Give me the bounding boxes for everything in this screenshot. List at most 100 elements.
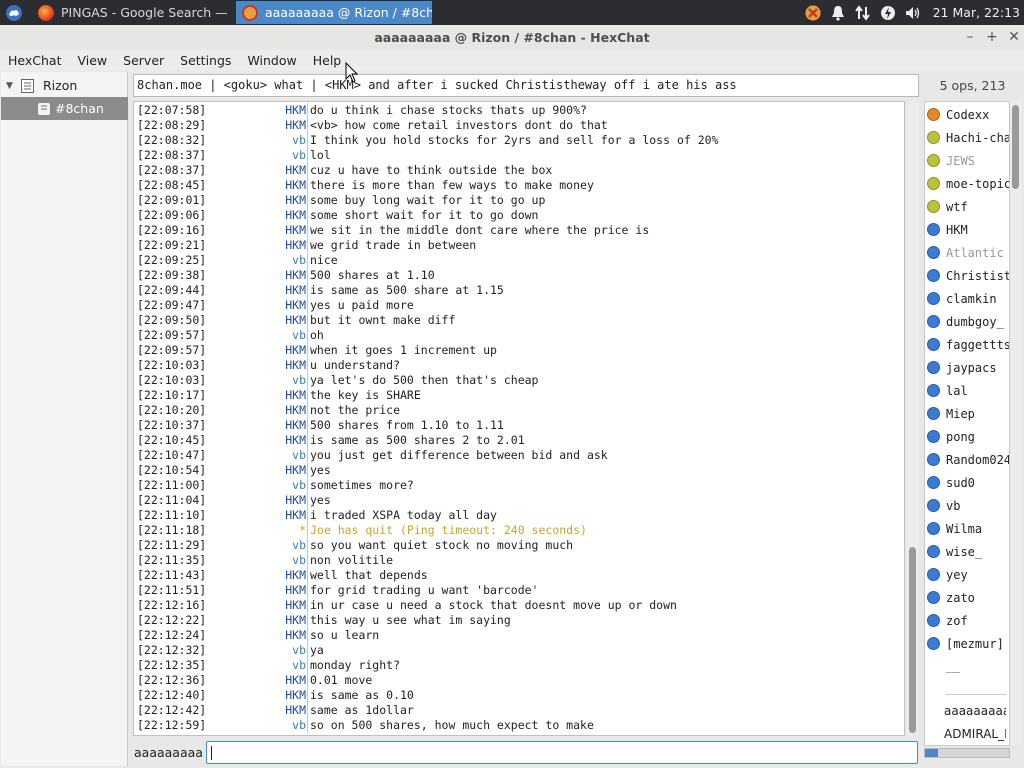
user-list-item[interactable]: wtf [925,195,1009,218]
nick-label[interactable]: vb [292,148,306,163]
nick-label[interactable]: * [299,523,306,538]
nick-label[interactable]: HKM [285,508,306,523]
whisker-menu-icon[interactable] [4,3,24,22]
notification-bell-icon[interactable] [829,4,847,22]
user-list-item[interactable]: pong [925,425,1009,448]
nick-button[interactable]: aaaaaaaaa [134,742,204,763]
nick-label[interactable]: HKM [285,298,306,313]
nick-label[interactable]: HKM [285,193,306,208]
chat-scrollbar-thumb[interactable] [909,547,916,733]
user-list-item[interactable]: Codexx [925,103,1009,126]
user-list-item[interactable]: JEWS [925,149,1009,172]
nick-label[interactable]: vb [292,133,306,148]
nick-label[interactable]: HKM [285,283,306,298]
user-list-extra-item[interactable]: ADMIRAL_H [944,727,1006,750]
user-list-item[interactable]: yey [925,563,1009,586]
nick-label[interactable]: vb [292,718,306,733]
nick-label[interactable]: HKM [285,628,306,643]
nick-label[interactable]: HKM [285,568,306,583]
nick-label[interactable]: HKM [285,268,306,283]
nick-label[interactable]: HKM [285,178,306,193]
nick-label[interactable]: HKM [285,703,306,718]
user-list-item[interactable]: Christist [925,264,1009,287]
nick-label[interactable]: HKM [285,163,306,178]
volume-icon[interactable] [904,4,922,22]
minimize-button[interactable]: – [960,25,980,50]
user-list-item[interactable]: Hachi-cha [925,126,1009,149]
menu-settings[interactable]: Settings [174,53,237,68]
taskbar-item-firefox[interactable]: PINGAS - Google Search — ... [32,1,232,24]
nick-label[interactable]: HKM [285,343,306,358]
clock[interactable]: 21 Mar, 22:13 [933,5,1020,20]
user-list-item[interactable]: clamkin [925,287,1009,310]
nick-label[interactable]: HKM [285,433,306,448]
nick-label[interactable]: vb [292,478,306,493]
nick-label[interactable]: HKM [285,688,306,703]
nick-label[interactable]: HKM [285,238,306,253]
user-list-item[interactable]: lal [925,379,1009,402]
nick-label[interactable]: HKM [285,313,306,328]
nick-label[interactable]: HKM [285,403,306,418]
user-list-extra-item[interactable]: aaaaaaaaa [944,704,1006,727]
message-input[interactable] [206,741,918,764]
nick-label[interactable]: HKM [285,208,306,223]
user-list-item[interactable]: zof [925,609,1009,632]
tree-item-channel[interactable]: #8chan [1,97,128,120]
nick-label[interactable]: HKM [285,118,306,133]
nick-label[interactable]: HKM [285,493,306,508]
nick-label[interactable]: vb [292,643,306,658]
hexchat-tray-icon[interactable] [804,4,822,22]
chat-buffer[interactable]: [22:07:58] HKM do u think i chase stocks t… [133,101,905,736]
menu-server[interactable]: Server [117,53,170,68]
nick-label[interactable]: HKM [285,583,306,598]
nick-label[interactable]: vb [292,553,306,568]
nick-label[interactable]: vb [292,373,306,388]
user-list-item[interactable]: HKM [925,218,1009,241]
user-list-item[interactable]: Atlantic [925,241,1009,264]
expand-arrow-icon[interactable]: ▼ [6,81,14,90]
close-button[interactable]: ✕ [1004,25,1024,50]
user-list-item[interactable]: Miep [925,402,1009,425]
user-list-item[interactable]: Wilma [925,517,1009,540]
nick-label[interactable]: vb [292,253,306,268]
power-icon[interactable] [879,4,897,22]
nick-label[interactable]: HKM [285,358,306,373]
user-list-item[interactable]: sud0 [925,471,1009,494]
user-list-item[interactable]: wise_ [925,540,1009,563]
maximize-button[interactable]: + [982,25,1002,50]
window-titlebar[interactable]: aaaaaaaaa @ Rizon / #8chan - HexChat – +… [0,25,1024,50]
nick-label[interactable]: HKM [285,598,306,613]
user-list-item[interactable]: moe-topic [925,172,1009,195]
user-list-item[interactable]: vb [925,494,1009,517]
user-list-item[interactable]: zato [925,586,1009,609]
user-list-item[interactable]: dumbgoy_ [925,310,1009,333]
taskbar-item-hexchat[interactable]: aaaaaaaaa @ Rizon / #8cha... [236,1,432,24]
menu-window[interactable]: Window [241,53,302,68]
nick-label[interactable]: HKM [285,673,306,688]
menu-hexchat[interactable]: HexChat [2,53,67,68]
nick-label[interactable]: vb [292,448,306,463]
nick-label[interactable]: HKM [285,388,306,403]
nick-label[interactable]: HKM [285,223,306,238]
user-list-item[interactable]: faggettts [925,333,1009,356]
nick-label[interactable]: HKM [285,103,306,118]
menu-view[interactable]: View [71,53,113,68]
nick-label[interactable]: vb [292,538,306,553]
user-list-scrollbar-thumb[interactable] [1012,105,1019,189]
user-list-item[interactable]: Random024 [925,448,1009,471]
nick-label[interactable]: vb [292,328,306,343]
nick-label[interactable]: HKM [285,418,306,433]
topic-field[interactable]: 8chan.moe | <goku> what | <HKM> and afte… [133,74,919,97]
message-text: well that depends [310,568,428,582]
nick-label[interactable]: vb [292,658,306,673]
user-list[interactable]: Codexx Hachi-cha JEWS moe-topic wtf HKM Atlant… [924,101,1010,746]
chat-scrollbar[interactable] [907,101,919,736]
nick-label[interactable]: HKM [285,463,306,478]
network-transfer-icon[interactable] [854,4,872,22]
user-list-item[interactable]: [mezmur] [925,632,1009,655]
menu-help[interactable]: Help [307,53,348,68]
user-list-scrollbar[interactable] [1010,101,1022,746]
nick-label[interactable]: HKM [285,613,306,628]
user-list-item[interactable]: jaypacs [925,356,1009,379]
tree-item-server[interactable]: ▼ Rizon [1,74,128,97]
